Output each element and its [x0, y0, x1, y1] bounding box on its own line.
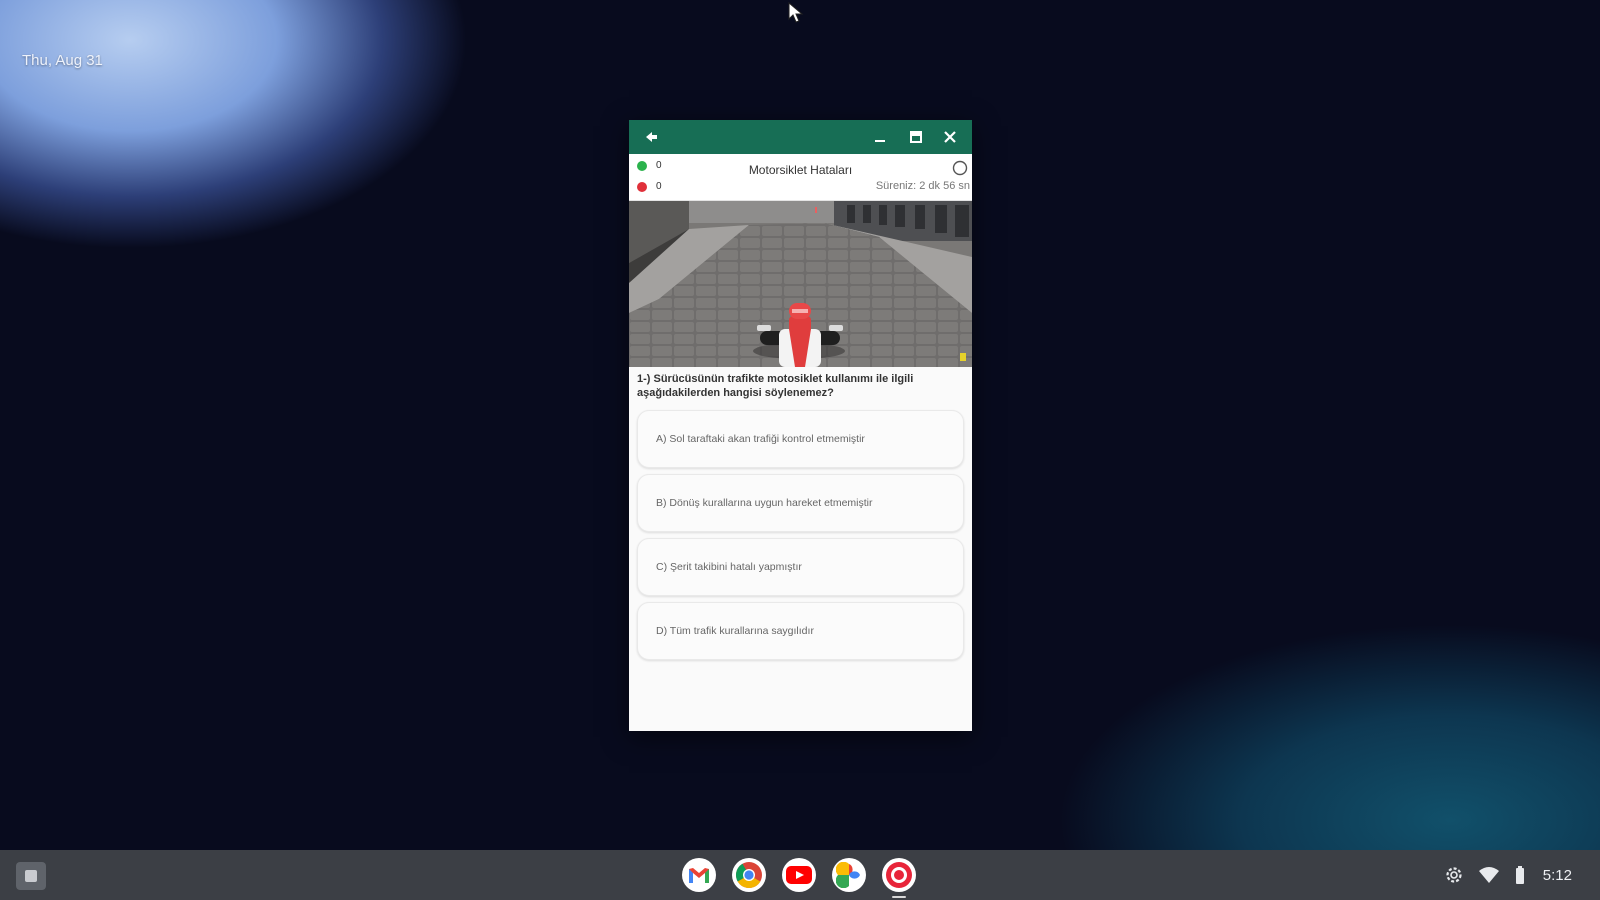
close-icon [944, 131, 956, 143]
question-text: 1-) Sürücüsünün trafikte motosiklet kull… [637, 373, 914, 399]
photos-app[interactable] [832, 858, 866, 892]
option-d[interactable]: D) Tüm trafik kurallarına saygılıdır [637, 602, 964, 660]
launcher-button[interactable] [16, 862, 46, 890]
option-label: D) Tüm trafik kurallarına saygılıdır [656, 625, 814, 637]
close-button[interactable] [936, 123, 964, 151]
maximize-icon [910, 131, 922, 143]
clock-time: 5:12 [1542, 866, 1572, 884]
battery-icon [1515, 866, 1524, 884]
info-icon[interactable] [952, 160, 968, 176]
maximize-button[interactable] [902, 123, 930, 151]
video-scene [629, 201, 972, 367]
wifi-icon [1478, 867, 1499, 883]
photos-icon [836, 862, 860, 888]
option-c[interactable]: C) Şerit takibini hatalı yapmıştır [637, 538, 964, 596]
gmail-icon [689, 868, 709, 883]
street-scene-image [629, 201, 972, 367]
youtube-icon [786, 866, 812, 884]
chrome-icon [735, 862, 762, 889]
option-a[interactable]: A) Sol taraftaki akan trafiği kontrol et… [637, 410, 964, 468]
back-arrow-icon [646, 132, 657, 142]
quiz-app[interactable] [882, 858, 916, 898]
page-title: Motorsiklet Hataları [748, 163, 853, 177]
settings-icon [1446, 867, 1462, 883]
launcher-icon [25, 870, 37, 882]
chrome-app[interactable] [732, 858, 766, 892]
option-label: C) Şerit takibini hatalı yapmıştır [656, 561, 802, 573]
option-b[interactable]: B) Dönüş kurallarına uygun hareket etmem… [637, 474, 964, 532]
gmail-app[interactable] [682, 858, 716, 892]
timer-text: Süreniz: 2 dk 56 sn [875, 180, 970, 192]
window-titlebar [629, 120, 972, 154]
app-window: 0 0 Motorsiklet Hataları Süreniz: 2 dk 5… [629, 120, 972, 731]
wrong-count: 0 [656, 181, 662, 192]
wrong-score: 0 [637, 181, 662, 192]
app-icon [886, 862, 912, 888]
mouse-cursor-icon [788, 2, 804, 23]
app-header: 0 0 Motorsiklet Hataları Süreniz: 2 dk 5… [629, 154, 972, 201]
option-label: B) Dönüş kurallarına uygun hareket etmem… [656, 497, 873, 509]
shelf: 5:12 [0, 850, 1600, 900]
minimize-icon [875, 140, 885, 142]
youtube-app[interactable] [782, 858, 816, 892]
running-indicator [892, 896, 906, 898]
wrong-icon [637, 181, 647, 192]
back-button[interactable] [637, 123, 665, 151]
minimize-button[interactable] [866, 123, 894, 151]
desktop-date: Thu, Aug 31 [22, 52, 103, 69]
option-label: A) Sol taraftaki akan trafiği kontrol et… [656, 433, 865, 445]
status-tray[interactable]: 5:12 [1445, 850, 1572, 900]
